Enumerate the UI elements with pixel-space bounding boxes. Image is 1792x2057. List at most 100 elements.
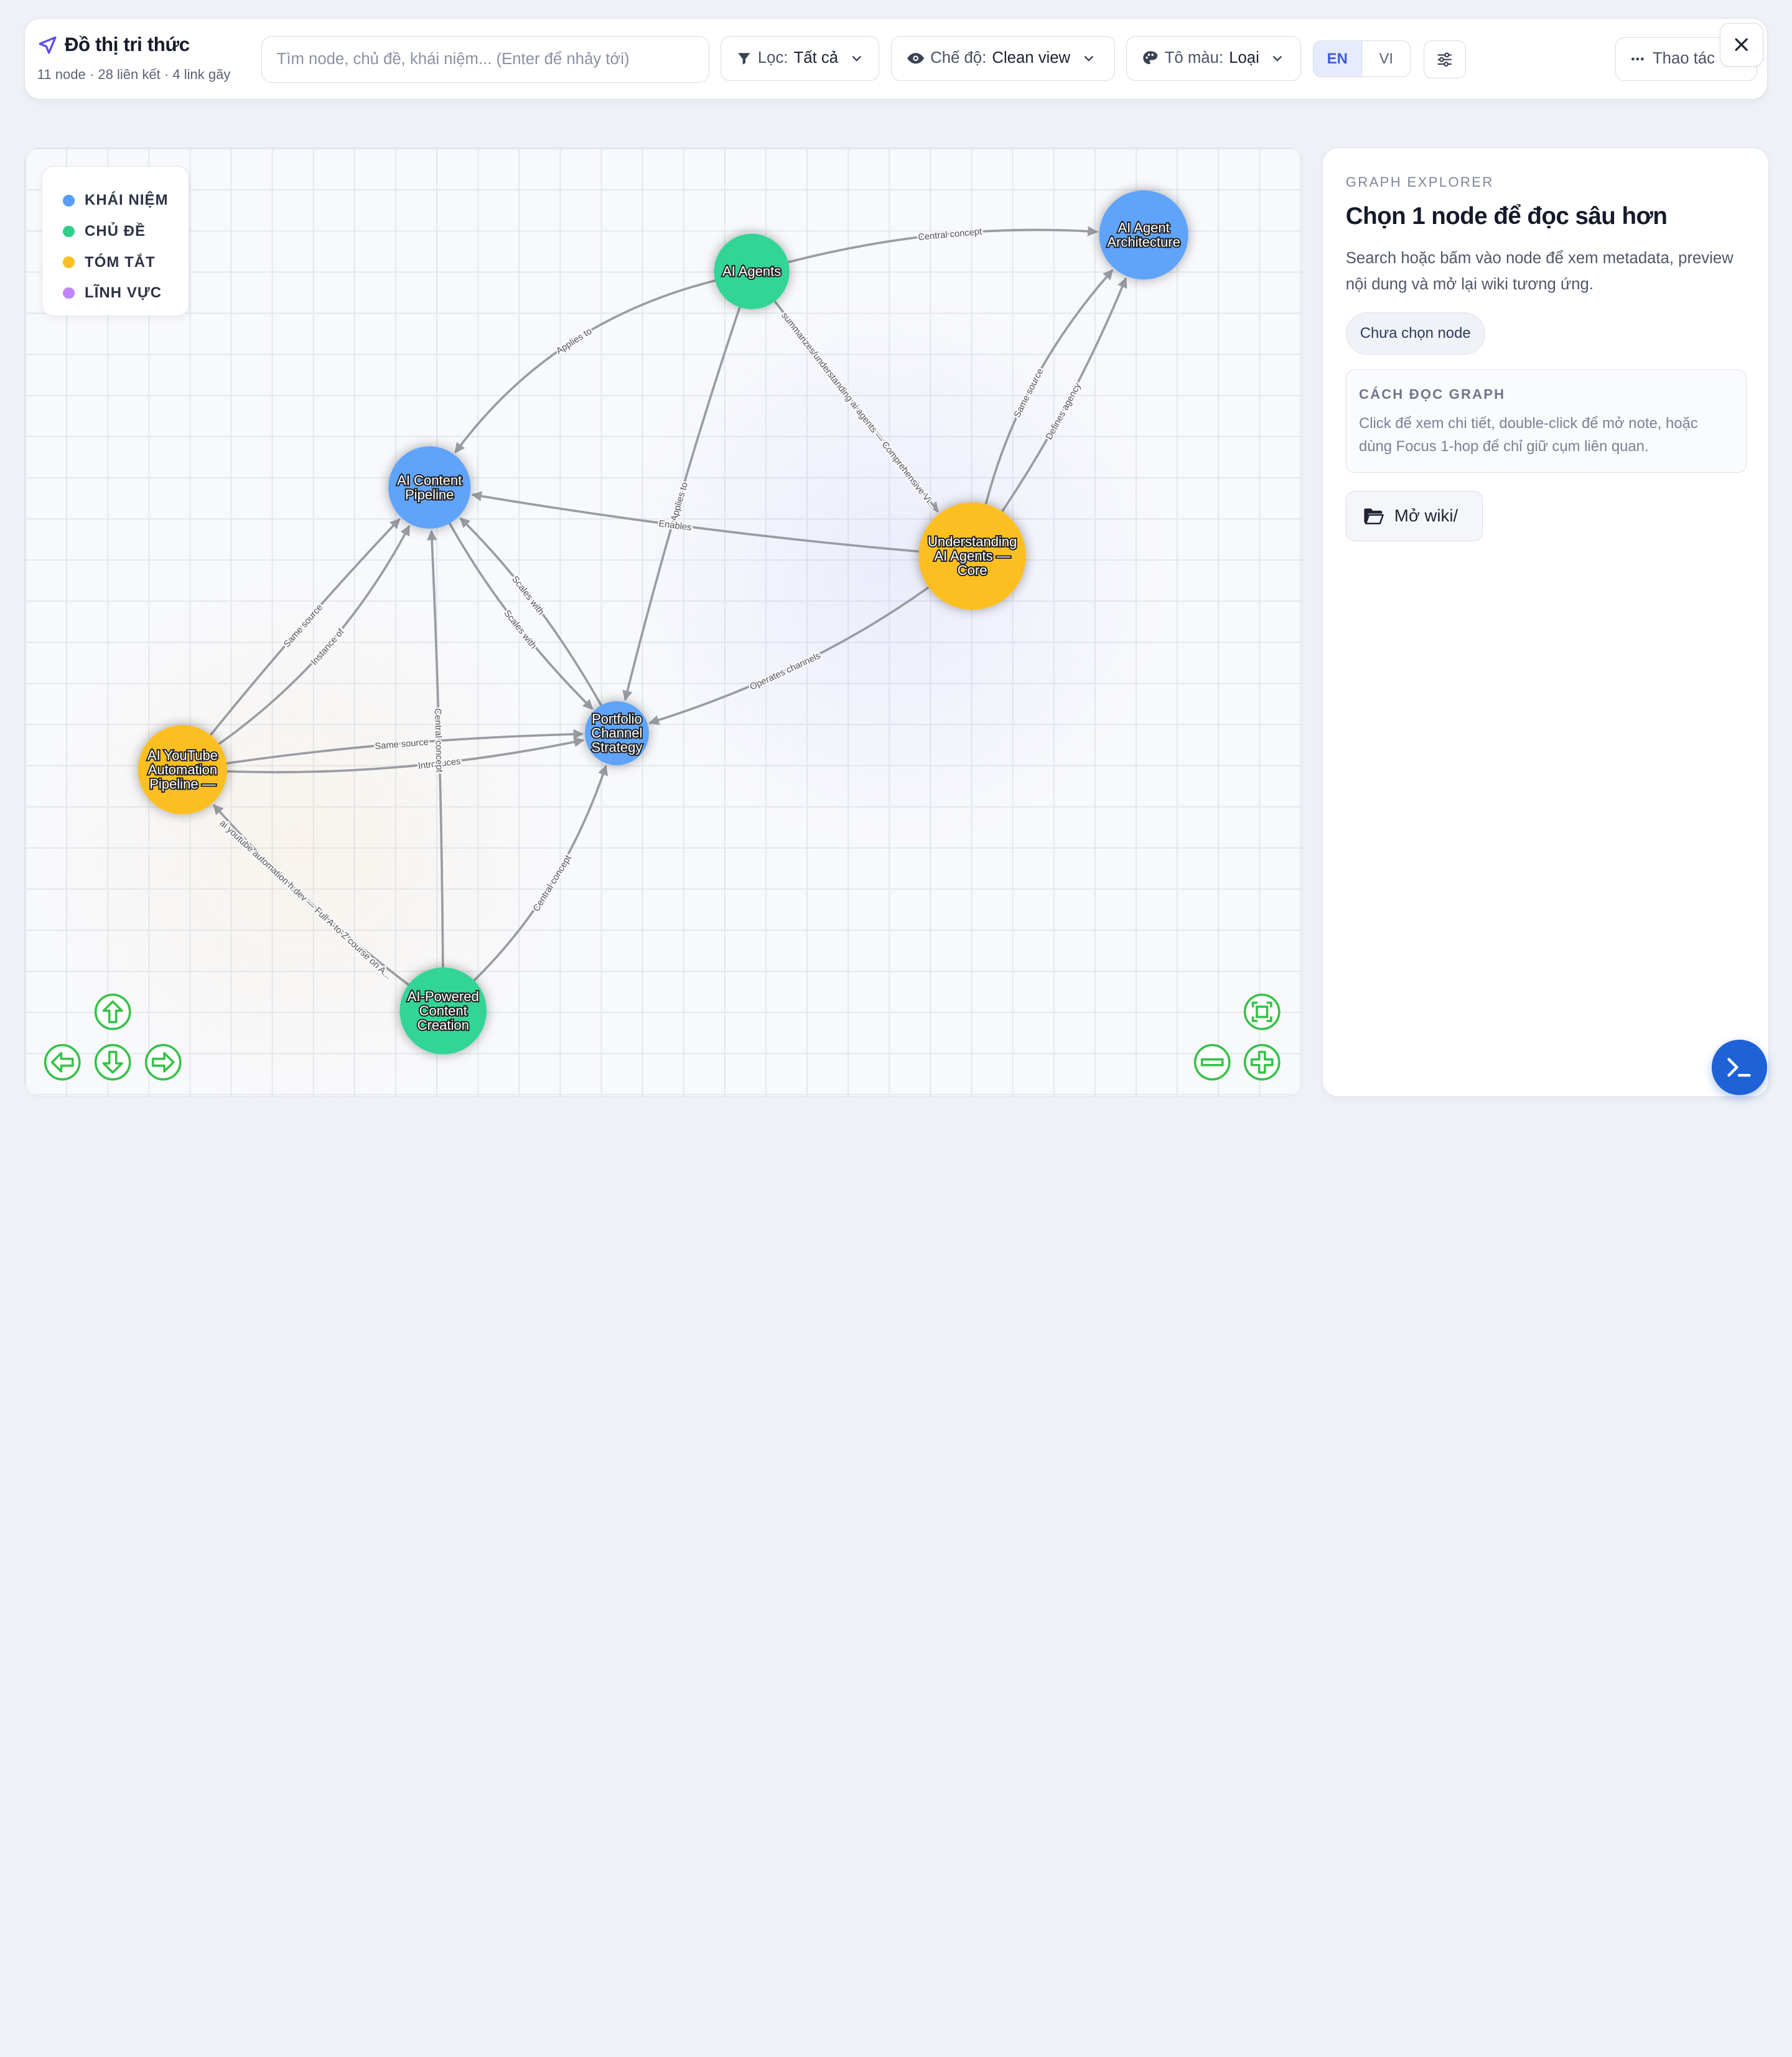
graph-node-pipeline[interactable]: AI ContentPipeline: [388, 446, 470, 529]
legend-item-concept: KHÁI NIỆM: [63, 185, 189, 217]
funnel-icon: [738, 53, 750, 65]
node-label: Content: [419, 1003, 467, 1019]
chevron-down-icon: [1084, 55, 1093, 62]
edge-label: Scales with: [510, 574, 546, 617]
edge-label: Applies to: [554, 327, 594, 357]
filter-value: Tất cả: [793, 49, 839, 67]
graph-canvas[interactable]: Central concept Applies to summarizes/unde…: [24, 147, 1303, 1098]
pan-down-button[interactable]: [93, 1043, 132, 1081]
node-label: AI Content: [397, 472, 462, 488]
edge-label: Same source: [1012, 367, 1045, 419]
graph-svg[interactable]: Central concept Applies to summarizes/unde…: [25, 148, 1303, 1097]
graph-edge[interactable]: [470, 491, 919, 553]
chevron-down-icon: [1272, 55, 1282, 62]
legend-dot: [63, 225, 75, 238]
open-wiki-button[interactable]: Mở wiki/: [1345, 490, 1483, 541]
edge-label: Central concept: [917, 227, 982, 243]
graph-node-portfolio[interactable]: PortfolioChannelStrategy: [584, 701, 649, 765]
edge-label: Operates channels: [748, 651, 822, 693]
sliders-icon: [1437, 52, 1452, 67]
legend-item-summary: TÓM TẮT: [63, 247, 189, 278]
node-label: AI-Powered: [407, 989, 478, 1004]
edge-label: Central concept: [432, 708, 444, 772]
edge-label: Same source: [374, 737, 429, 752]
filter-label: Lọc:: [757, 49, 788, 67]
panel-title: Chọn 1 node để đọc sâu hơn: [1345, 203, 1668, 230]
legend-label: LĨNH VỰC: [85, 284, 162, 302]
node-label: AI YouTube: [147, 747, 217, 763]
edge-label: summarizes/understanding ai agents — Com…: [779, 310, 938, 511]
graph-node-powered[interactable]: AI-PoweredContentCreation: [399, 967, 487, 1055]
graph-edge[interactable]: [473, 764, 608, 982]
page-title: Đồ thị tri thức: [64, 34, 190, 56]
graph-node-yt[interactable]: AI YouTubeAutomationPipeline —: [138, 725, 227, 814]
color-by-dropdown[interactable]: Tô màu: Loại: [1126, 35, 1302, 81]
graph-edge[interactable]: [448, 523, 594, 710]
graph-node-understanding[interactable]: UnderstandingAI Agents —Core: [918, 502, 1026, 610]
node-label: Pipeline: [405, 487, 454, 502]
node-label: Architecture: [1107, 234, 1180, 250]
graph-edge[interactable]: [218, 525, 410, 745]
graph-explorer-panel: GRAPH EXPLORER Chọn 1 node để đọc sâu hơ…: [1322, 147, 1770, 1098]
node-label: Strategy: [591, 740, 642, 755]
node-label: Creation: [417, 1017, 469, 1033]
view-mode-dropdown[interactable]: Chế độ: Clean view: [890, 35, 1115, 81]
filter-dropdown[interactable]: Lọc: Tất cả: [721, 35, 880, 81]
edge-label: Instance of: [309, 627, 347, 667]
edge-label: ai youtube automation h.dev — Full A-to-…: [217, 818, 393, 981]
node-label: AI Agents: [722, 264, 781, 279]
terminal-button[interactable]: [1712, 1040, 1767, 1095]
terminal-icon: [1727, 1058, 1752, 1077]
pan-up-button[interactable]: [93, 992, 132, 1031]
edge-label: Enables: [658, 519, 692, 533]
fit-view-button[interactable]: [1243, 992, 1281, 1031]
node-label: Pipeline —: [149, 776, 217, 791]
lang-vi-button[interactable]: VI: [1362, 41, 1410, 77]
graph-stats: 11 node · 28 liên kết · 4 link gãy: [37, 66, 231, 82]
close-button[interactable]: [1720, 22, 1763, 67]
node-label: Automation: [147, 762, 217, 777]
knowledge-graph-app: Đồ thị tri thức 11 node · 28 liên kết · …: [0, 0, 1792, 1120]
zoom-out-button[interactable]: [1193, 1043, 1231, 1081]
top-toolbar: Đồ thị tri thức 11 node · 28 liên kết · …: [24, 18, 1768, 100]
search-input[interactable]: [261, 35, 709, 83]
graph-node-arch[interactable]: AI AgentArchitecture: [1099, 190, 1188, 280]
selection-status-chip: Chưa chọn node: [1345, 312, 1485, 355]
graph-edge[interactable]: [1001, 277, 1127, 512]
color-label: Tô màu:: [1164, 49, 1224, 67]
close-icon: [1735, 38, 1748, 51]
howto-text: Click để xem chi tiết, double-click để m…: [1358, 415, 1698, 455]
actions-label: Thao tác: [1652, 50, 1715, 68]
edge-label: Central concept: [531, 854, 573, 913]
edge-label: Scales with: [502, 609, 538, 651]
node-label: AI Agents —: [934, 548, 1010, 564]
legend-item-topic: CHỦ ĐỀ: [63, 216, 189, 247]
legend-item-domain: LĨNH VỰC: [63, 278, 189, 309]
edge-label: Applies to: [669, 481, 689, 522]
graph-node-ai-agents[interactable]: AI Agents: [714, 233, 790, 309]
lang-en-button[interactable]: EN: [1313, 41, 1362, 77]
node-label: Core: [957, 562, 987, 578]
language-toggle: EN VI: [1312, 40, 1411, 78]
pan-left-button[interactable]: [43, 1043, 82, 1081]
graph-edge[interactable]: [454, 279, 716, 454]
panel-eyebrow: GRAPH EXPLORER: [1345, 174, 1494, 190]
zoom-in-button[interactable]: [1243, 1043, 1281, 1081]
open-wiki-label: Mở wiki/: [1394, 506, 1458, 526]
graph-edge[interactable]: [984, 269, 1114, 505]
graph-legend: KHÁI NIỆM CHỦ ĐỀ TÓM TẮT LĨNH VỰC: [42, 166, 190, 316]
node-label: AI Agent: [1118, 220, 1169, 235]
mode-value: Clean view: [992, 49, 1071, 67]
graph-settings-button[interactable]: [1423, 40, 1466, 78]
pan-right-button[interactable]: [144, 1043, 182, 1081]
legend-dot: [63, 287, 75, 299]
graph-edge[interactable]: [459, 517, 602, 706]
eye-icon: [907, 53, 924, 64]
graph-edge[interactable]: [648, 586, 930, 725]
graph-edge[interactable]: [212, 804, 409, 986]
folder-icon: [1364, 508, 1384, 525]
howto-title: CÁCH ĐỌC GRAPH: [1358, 386, 1506, 402]
chevron-down-icon: [852, 55, 861, 62]
legend-dot: [63, 256, 75, 268]
node-label: Understanding: [928, 534, 1017, 549]
